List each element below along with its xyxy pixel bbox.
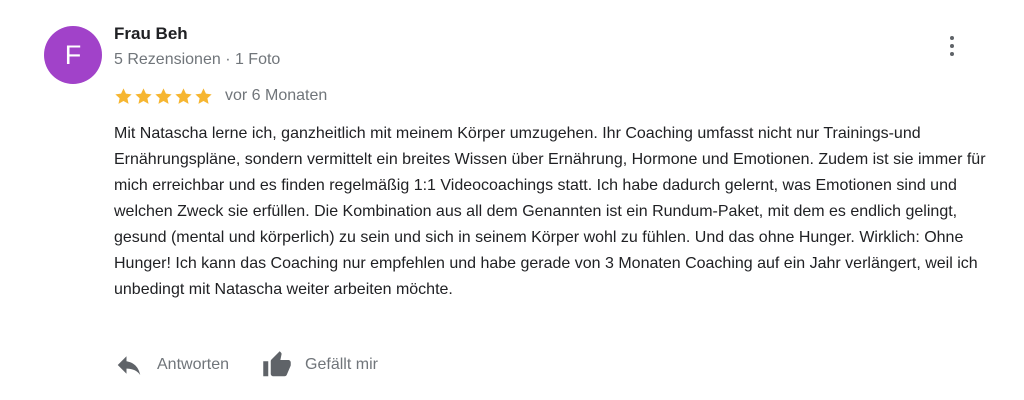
reply-button[interactable]: Antworten [114,350,229,380]
review-time: vor 6 Monaten [225,87,328,104]
thumbs-up-icon [263,351,291,377]
like-label: Gefällt mir [305,356,378,373]
reply-icon [117,356,141,375]
more-dot [950,52,954,56]
more-vert-icon[interactable] [940,28,964,64]
star-icon [135,87,152,104]
review-text: Mit Natascha lerne ich, ganzheitlich mit… [114,125,986,298]
rating-row: vor 6 Monaten [114,85,327,107]
star-rating [114,87,213,106]
author-meta[interactable]: 5 Rezensionen · 1 Foto [114,51,280,69]
more-dot [950,44,954,48]
reply-label: Antworten [157,356,230,373]
star-icon [175,87,192,104]
author-name[interactable]: Frau Beh [114,24,188,44]
star-icon [195,87,212,104]
star-icon [155,87,172,104]
like-button[interactable]: Gefällt mir [262,350,378,380]
star-icon [115,87,132,104]
avatar-initial: F [64,39,82,70]
review-actions: Antworten Gefällt mir [114,350,378,380]
more-dot [950,36,954,40]
avatar[interactable]: F [44,26,102,84]
